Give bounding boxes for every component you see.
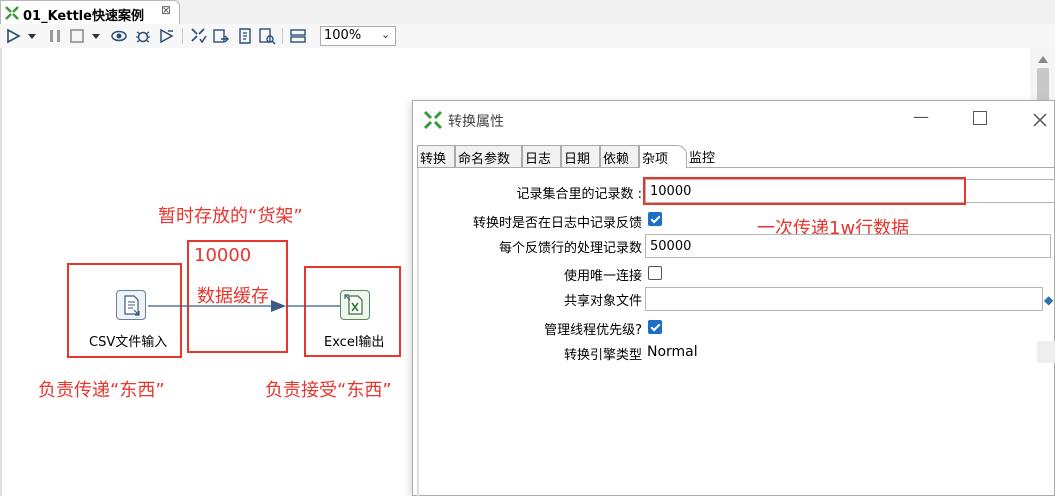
rowset-size-label: 记录集合里的记录数 : — [516, 187, 642, 202]
shared-objects-field[interactable] — [645, 287, 1043, 311]
chevron-down-icon: ⌄ — [381, 28, 391, 41]
tab-transformation[interactable]: 01_Kettle快速案例 ⊠ — [0, 0, 180, 24]
replay-icon[interactable] — [158, 27, 176, 45]
transformation-icon — [423, 110, 443, 130]
unique-connection-checkbox[interactable] — [648, 266, 662, 280]
tab-logging[interactable]: 日志 — [522, 145, 561, 167]
engine-type-value: Normal — [647, 344, 698, 360]
hop-arrow[interactable] — [146, 296, 346, 316]
unique-connection-label: 使用唯一连接 — [563, 269, 642, 284]
dialog-tabs: 转换 命名参数 日志 日期 依赖 杂项 监控 — [417, 145, 1055, 168]
feedback-size-label: 每个反馈行的处理记录数 — [498, 241, 642, 256]
left-note: 负责传递“东西” — [38, 380, 165, 401]
tab-dependencies[interactable]: 依赖 — [600, 145, 639, 167]
close-icon[interactable] — [1033, 113, 1047, 127]
thread-priority-checkbox[interactable] — [648, 320, 662, 334]
tab-misc[interactable]: 杂项 — [639, 145, 687, 168]
toolbar-separator — [182, 28, 183, 44]
transformation-icon — [5, 6, 19, 20]
toolbar: 100% ⌄ — [0, 24, 1055, 49]
feedback-label: 转换时是否在日志中记录反馈 — [472, 216, 642, 231]
stop-icon[interactable] — [68, 27, 86, 45]
right-note: 负责接受“东西” — [265, 380, 392, 401]
toolbar-separator — [282, 28, 283, 44]
run-dropdown-icon[interactable] — [26, 27, 38, 45]
feedback-checkbox[interactable] — [648, 212, 662, 226]
scroll-up-icon[interactable] — [1037, 54, 1049, 64]
dialog-title: 转换属性 — [448, 114, 504, 130]
thread-priority-label: 管理线程优先级? — [544, 323, 642, 338]
shared-objects-label: 共享对象文件 — [563, 294, 642, 309]
engine-type-label: 转换引擎类型 — [563, 348, 642, 363]
explore-db-icon[interactable] — [258, 27, 276, 45]
tab-title: 01_Kettle快速案例 — [23, 9, 144, 24]
zoom-select[interactable]: 100% ⌄ — [320, 26, 396, 46]
stop-dropdown-icon[interactable] — [90, 27, 102, 45]
feedback-size-field[interactable]: 50000 — [645, 234, 1051, 258]
sql-icon[interactable] — [236, 27, 254, 45]
tab-dates[interactable]: 日期 — [561, 145, 600, 167]
file-input-icon — [124, 295, 140, 316]
excel-output-step-label: Excel输出 — [324, 335, 385, 350]
zoom-value: 100% — [324, 28, 362, 43]
show-results-icon[interactable] — [289, 27, 307, 45]
impact-icon[interactable] — [212, 27, 230, 45]
tab-named-params[interactable]: 命名参数 — [455, 145, 522, 167]
engine-type-side-button[interactable] — [1037, 341, 1055, 363]
tab-close-icon[interactable]: ⊠ — [161, 3, 171, 17]
excel-file-icon — [344, 294, 363, 315]
csv-input-step-label: CSV文件输入 — [89, 335, 168, 350]
shelf-annotation: 暂时存放的“货架” — [158, 206, 303, 227]
variable-icon[interactable]: ◆ — [1044, 293, 1053, 307]
tab-transformation[interactable]: 转换 — [417, 145, 455, 167]
csv-input-step-icon[interactable] — [116, 290, 146, 320]
run-icon[interactable] — [4, 27, 22, 45]
preview-icon[interactable] — [110, 27, 128, 45]
verify-icon[interactable] — [190, 27, 208, 45]
debug-icon[interactable] — [134, 27, 152, 45]
tab-monitoring[interactable]: 监控 — [687, 145, 727, 167]
pause-icon[interactable] — [46, 27, 64, 45]
transformation-properties-dialog: 转换属性 — 转换 命名参数 日志 日期 依赖 杂项 监控 记录集合里的记录数 … — [412, 100, 1055, 496]
rowset-highlight-box — [643, 177, 966, 205]
minimize-icon[interactable]: — — [913, 107, 929, 126]
excel-output-step-icon[interactable] — [340, 290, 370, 320]
buffer-count: 10000 — [194, 245, 252, 266]
tab-panel-border — [417, 168, 419, 496]
maximize-icon[interactable] — [973, 111, 987, 125]
